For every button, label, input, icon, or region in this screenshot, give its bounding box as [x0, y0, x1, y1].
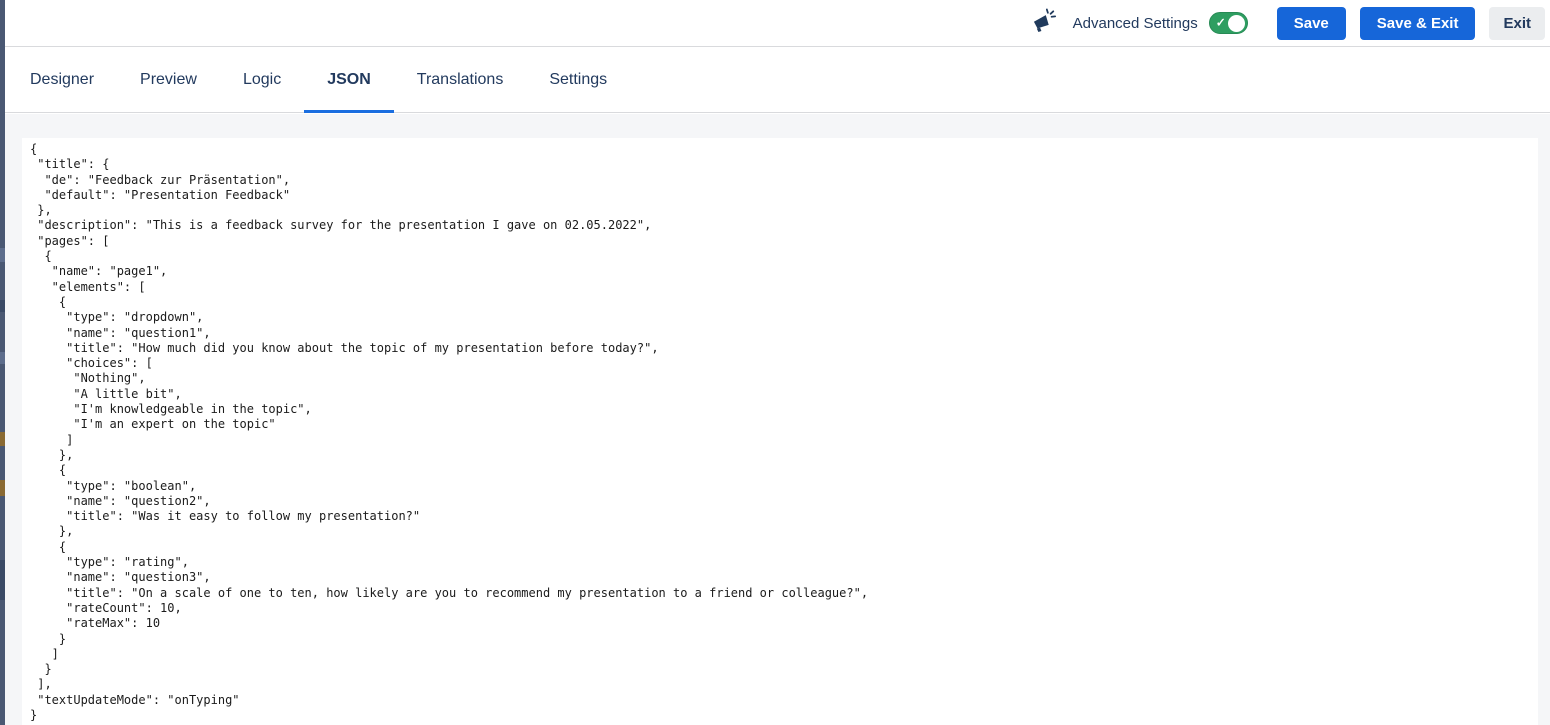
tab-preview[interactable]: Preview: [117, 48, 220, 112]
tab-label: Translations: [416, 71, 504, 88]
advanced-settings-label: Advanced Settings: [1072, 14, 1198, 32]
tab-label: JSON: [327, 71, 371, 88]
edge-strip-mark: [0, 248, 5, 262]
edge-strip-mark: [0, 560, 5, 600]
creator-tab-bar: Designer Preview Logic JSON Translations…: [5, 48, 1550, 113]
exit-button[interactable]: Exit: [1489, 6, 1545, 40]
tab-label: Designer: [30, 71, 95, 88]
top-toolbar: Advanced Settings ✓ Save Save & Exit Exi…: [5, 0, 1550, 47]
announcement-button[interactable]: [1030, 8, 1057, 38]
json-editor-panel: { "title": { "de": "Feedback zur Präsent…: [22, 138, 1538, 725]
tab-label: Preview: [140, 71, 197, 88]
edge-strip-mark: [0, 352, 5, 364]
check-icon: ✓: [1215, 15, 1226, 30]
tab-label: Logic: [242, 71, 282, 88]
edge-strip-mark: [0, 480, 5, 496]
edge-strip-mark: [0, 432, 5, 446]
toggle-knob: [1227, 15, 1245, 32]
advanced-settings-toggle[interactable]: ✓: [1208, 12, 1248, 34]
save-and-exit-button[interactable]: Save & Exit: [1359, 6, 1476, 40]
json-tab-content: { "title": { "de": "Feedback zur Präsent…: [5, 114, 1550, 725]
tab-logic[interactable]: Logic: [220, 48, 304, 112]
tab-settings[interactable]: Settings: [526, 48, 630, 112]
tab-label: Settings: [549, 71, 608, 88]
json-editor[interactable]: { "title": { "de": "Feedback zur Präsent…: [22, 138, 1538, 725]
tab-designer[interactable]: Designer: [7, 48, 117, 112]
megaphone-icon: [1030, 8, 1057, 38]
edge-strip-mark: [0, 300, 5, 312]
window-edge-strip: [0, 0, 5, 725]
tab-translations[interactable]: Translations: [394, 48, 527, 112]
save-button[interactable]: Save: [1276, 6, 1346, 40]
tab-json[interactable]: JSON: [304, 48, 394, 113]
